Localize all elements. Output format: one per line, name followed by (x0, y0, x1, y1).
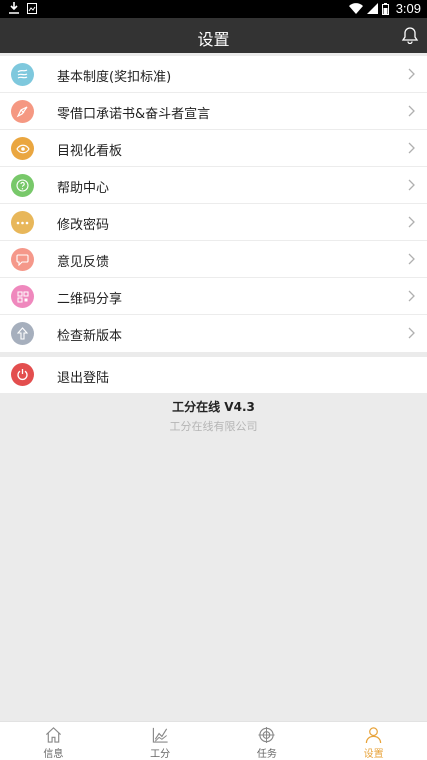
signal-icon (366, 3, 378, 14)
app-header: 设置 (0, 18, 427, 53)
chevron-right-icon (408, 68, 415, 80)
menu-item-label: 检查新版本 (57, 329, 123, 344)
menu-item-label: 帮助中心 (57, 181, 110, 196)
menu-item-check-update[interactable]: 检查新版本 (0, 315, 427, 352)
battery-icon (381, 2, 389, 15)
chevron-right-icon (408, 253, 415, 265)
upload-arrow-icon (11, 322, 34, 345)
menu-item-visual-board[interactable]: 目视化看板 (0, 130, 427, 167)
image-icon (27, 2, 37, 14)
menu-item-help-center[interactable]: 帮助中心 (0, 167, 427, 204)
menu-item-label: 基本制度(奖扣标准) (57, 70, 172, 85)
chevron-right-icon (408, 179, 415, 191)
company-name: 工分在线有限公司 (169, 420, 258, 433)
target-icon (258, 726, 275, 744)
tab-tasks[interactable]: 任务 (214, 722, 321, 760)
chart-icon (152, 727, 168, 743)
eye-icon (11, 137, 34, 160)
user-icon (365, 727, 382, 744)
status-time: 3:09 (395, 1, 421, 16)
chevron-right-icon (408, 290, 415, 302)
menu-item-feedback[interactable]: 意见反馈 (0, 241, 427, 278)
logout-button[interactable]: 退出登陆 (0, 357, 427, 393)
settings-menu: 基本制度(奖扣标准) 零借口承诺书&奋斗者宣言 目视化看板 帮助中心 修改密码 (0, 56, 427, 352)
bell-icon[interactable] (401, 26, 419, 44)
menu-item-label: 修改密码 (57, 218, 110, 233)
help-icon (11, 174, 34, 197)
tab-settings[interactable]: 设置 (320, 722, 427, 760)
chat-icon (11, 248, 34, 271)
tab-points[interactable]: 工分 (107, 722, 214, 760)
app-version: 工分在线 V4.3 (172, 400, 255, 414)
rocket-icon (11, 100, 34, 123)
menu-item-qrcode-share[interactable]: 二维码分享 (0, 278, 427, 315)
power-icon (11, 363, 34, 386)
logout-label: 退出登陆 (57, 371, 110, 386)
home-icon (45, 727, 61, 743)
chevron-right-icon (408, 327, 415, 339)
menu-item-pledge[interactable]: 零借口承诺书&奋斗者宣言 (0, 93, 427, 130)
tab-label: 信息 (43, 749, 64, 760)
document-swirl-icon (11, 63, 34, 86)
tab-info[interactable]: 信息 (0, 722, 107, 760)
chevron-right-icon (408, 216, 415, 228)
chevron-right-icon (408, 105, 415, 117)
tab-label: 工分 (150, 749, 171, 760)
menu-item-change-password[interactable]: 修改密码 (0, 204, 427, 241)
tab-label: 任务 (256, 749, 277, 760)
menu-item-basic-rules[interactable]: 基本制度(奖扣标准) (0, 56, 427, 93)
page-title: 设置 (197, 30, 230, 49)
bottom-tab-bar: 信息 工分 任务 设置 (0, 721, 427, 760)
download-icon (9, 2, 19, 14)
tab-label: 设置 (363, 749, 384, 760)
password-dots-icon (11, 211, 34, 234)
menu-item-label: 零借口承诺书&奋斗者宣言 (57, 107, 211, 122)
qrcode-icon (11, 285, 34, 308)
menu-item-label: 二维码分享 (57, 292, 123, 307)
wifi-icon (348, 3, 363, 14)
menu-item-label: 意见反馈 (57, 255, 110, 270)
chevron-right-icon (408, 142, 415, 154)
menu-item-label: 目视化看板 (57, 144, 123, 159)
status-bar: 3:09 (0, 0, 427, 18)
